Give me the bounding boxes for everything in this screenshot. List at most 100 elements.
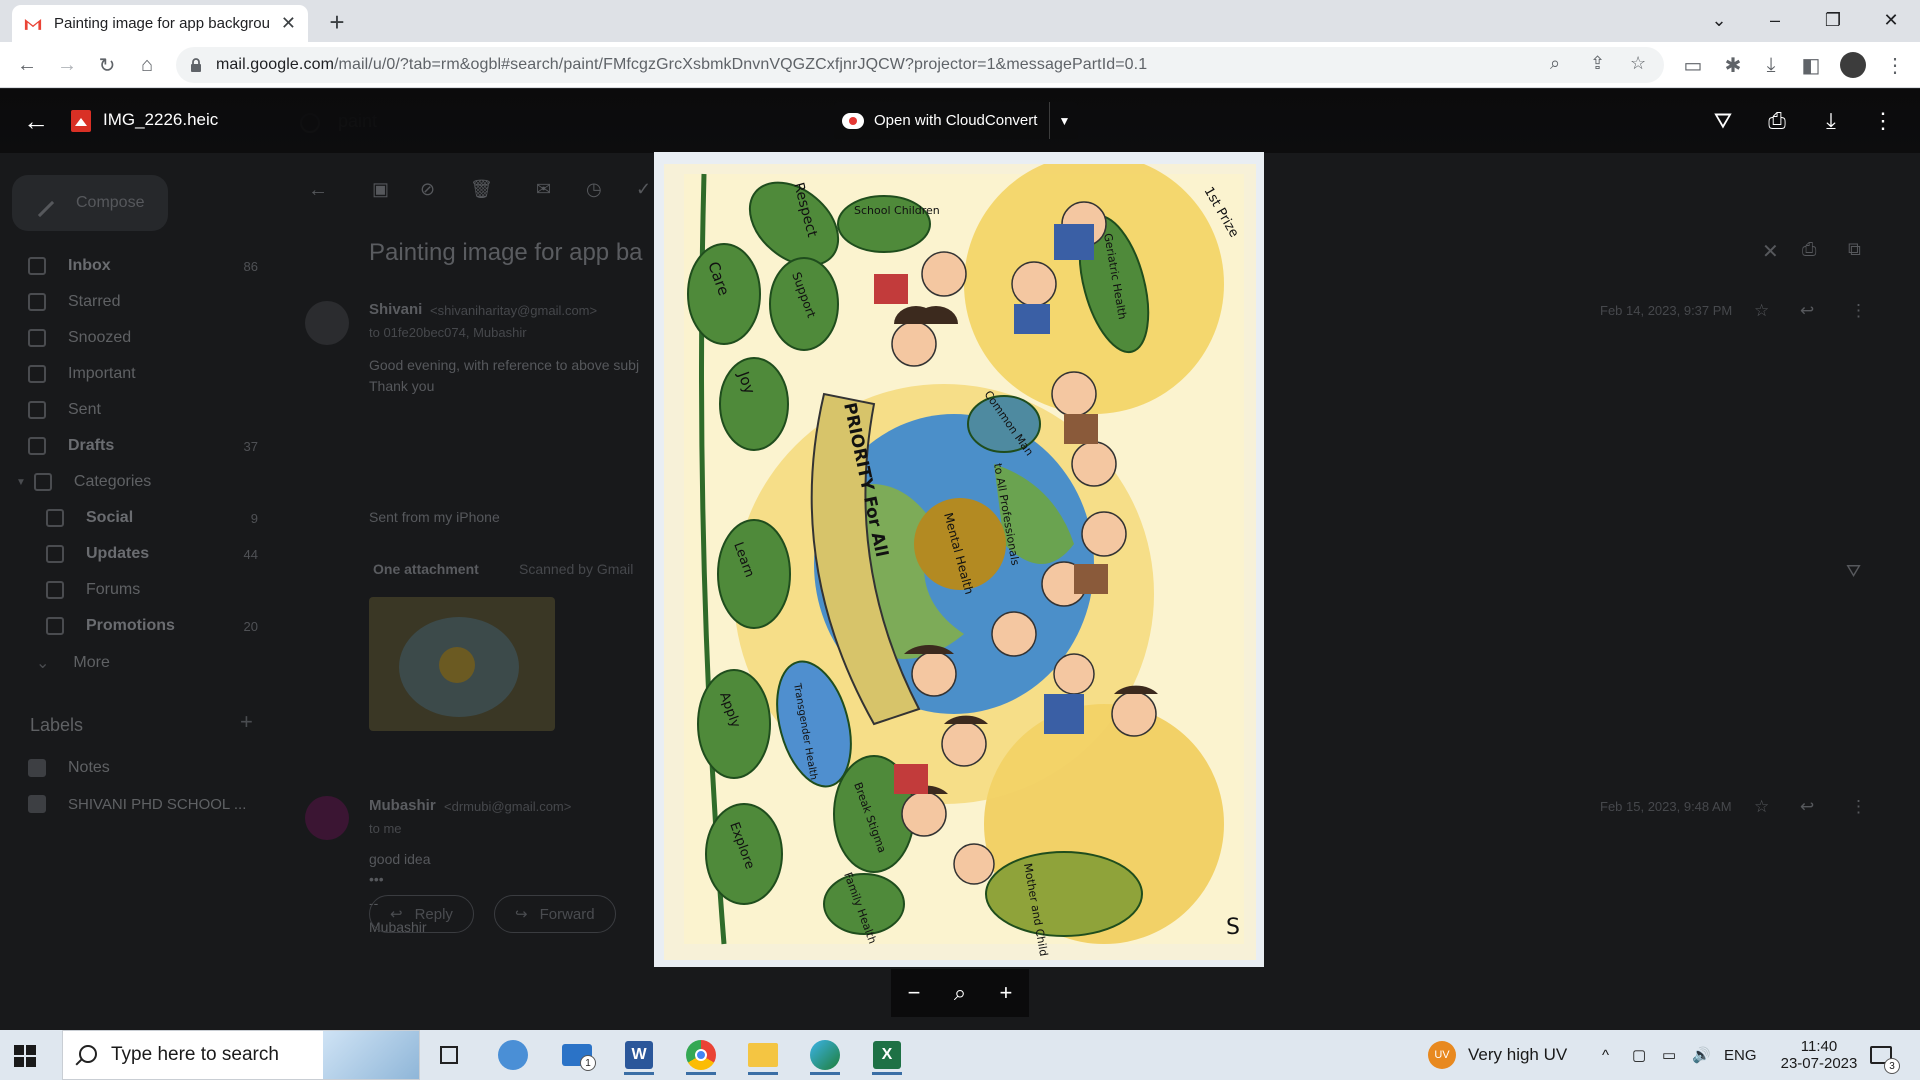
- file-explorer-icon[interactable]: [742, 1035, 784, 1075]
- close-window-button[interactable]: ✕: [1864, 0, 1918, 40]
- label-item-notes[interactable]: Notes: [28, 759, 258, 777]
- tab-search-icon[interactable]: ⌄: [1692, 0, 1746, 40]
- close-viewer-arrow-icon[interactable]: ←: [22, 106, 50, 136]
- compose-button[interactable]: Compose: [12, 175, 168, 231]
- search-highlight-image: [323, 1031, 419, 1079]
- snooze-icon[interactable]: ◷: [586, 179, 602, 200]
- chrome-app-icon[interactable]: [680, 1035, 722, 1075]
- zoom-out-icon[interactable]: −: [908, 980, 921, 1006]
- reply-button[interactable]: ↩ Reply: [369, 895, 474, 933]
- sidebar-item-forums[interactable]: Forums: [46, 581, 258, 599]
- address-bar[interactable]: mail.google.com/mail/u/0/?tab=rm&ogbl#se…: [176, 47, 1664, 83]
- word-app-icon[interactable]: W: [618, 1035, 660, 1075]
- clock-time: 11:40: [1800, 1038, 1838, 1055]
- zoom-reset-icon[interactable]: ⌕: [954, 980, 966, 1006]
- sidebar-item-important[interactable]: Important: [28, 365, 258, 383]
- zoom-icon[interactable]: ⌕: [1550, 53, 1560, 74]
- message-date: Feb 15, 2023, 9:48 AM: [1600, 799, 1732, 814]
- excel-app-icon[interactable]: X: [866, 1035, 908, 1075]
- sender-name: Shivani: [369, 301, 423, 318]
- sidebar-item-promotions[interactable]: Promotions 20: [46, 617, 258, 635]
- open-with-control[interactable]: Open with CloudConvert ▼: [834, 102, 1079, 139]
- meet-now-icon[interactable]: ▢: [1632, 1030, 1646, 1080]
- task-view-icon[interactable]: [428, 1035, 470, 1075]
- download-icon[interactable]: ⤓: [1816, 106, 1846, 136]
- minimize-button[interactable]: –: [1748, 0, 1802, 40]
- clock[interactable]: 11:40 23-07-2023: [1776, 1030, 1862, 1080]
- open-with-dropdown-icon[interactable]: ▼: [1050, 102, 1078, 139]
- language-indicator[interactable]: ENG: [1724, 1030, 1757, 1080]
- share-icon[interactable]: ⇪: [1590, 53, 1605, 74]
- sidebar-item-sent[interactable]: Sent: [28, 401, 258, 419]
- star-icon[interactable]: ☆: [1754, 301, 1769, 321]
- forward-button[interactable]: ↪ Forward: [494, 895, 616, 933]
- downloads-icon[interactable]: ⤓: [1756, 50, 1786, 80]
- restore-button[interactable]: ❐: [1806, 0, 1860, 40]
- reply-icon[interactable]: ↩: [1800, 301, 1814, 321]
- archive-icon[interactable]: ▣: [372, 179, 389, 200]
- chrome-menu-icon[interactable]: ⋮: [1880, 50, 1910, 80]
- side-panel-icon[interactable]: ◧: [1796, 50, 1826, 80]
- reader-mode-icon[interactable]: ▭: [1678, 50, 1708, 80]
- back-to-search-icon[interactable]: ←: [308, 179, 328, 202]
- print-all-icon[interactable]: ⎙: [1802, 239, 1816, 260]
- star-icon[interactable]: ☆: [1754, 797, 1769, 817]
- attachment-thumbnail[interactable]: [369, 597, 555, 731]
- add-task-icon[interactable]: ✓: [636, 179, 651, 200]
- globe-app-icon[interactable]: [492, 1035, 534, 1075]
- more-options-icon[interactable]: ⋮: [1868, 106, 1898, 136]
- new-tab-button[interactable]: +: [322, 7, 352, 37]
- show-trimmed-icon[interactable]: •••: [369, 871, 384, 887]
- print-icon[interactable]: ⎙: [1762, 106, 1792, 136]
- volume-icon[interactable]: 🔊: [1692, 1030, 1711, 1080]
- recipients[interactable]: to 01fe20bec074, Mubashir: [369, 325, 527, 340]
- battery-icon[interactable]: ▭: [1662, 1030, 1676, 1080]
- close-icon[interactable]: ✕: [1762, 239, 1779, 264]
- mark-unread-icon[interactable]: ✉: [536, 179, 551, 200]
- add-to-drive-icon[interactable]: ⛛: [1708, 106, 1738, 136]
- label-item-shivani[interactable]: SHIVANI PHD SCHOOL ...: [28, 795, 258, 813]
- add-to-drive-icon[interactable]: ⛛: [1846, 561, 1861, 582]
- gmail-icon: [24, 18, 42, 30]
- weather-widget[interactable]: UV Very high UV: [1428, 1030, 1567, 1080]
- sidebar-item-starred[interactable]: Starred: [28, 293, 258, 311]
- close-tab-icon[interactable]: ✕: [281, 13, 296, 34]
- taskbar-search-box[interactable]: Type here to search: [62, 1030, 420, 1080]
- sidebar-item-categories[interactable]: ▼ Categories: [16, 473, 246, 491]
- clock-date: 23-07-2023: [1780, 1055, 1858, 1072]
- more-icon[interactable]: ⋮: [1850, 797, 1867, 817]
- more-icon[interactable]: ⋮: [1850, 301, 1867, 321]
- recipients[interactable]: to me: [369, 821, 402, 836]
- browser-tab[interactable]: Painting image for app backgrou ✕: [12, 5, 308, 42]
- add-label-icon[interactable]: +: [240, 709, 253, 735]
- delete-icon[interactable]: 🗑: [470, 179, 493, 200]
- scanned-label: Scanned by Gmail: [519, 561, 634, 577]
- profile-avatar[interactable]: [1838, 50, 1868, 80]
- new-window-icon[interactable]: ⧉: [1848, 239, 1861, 260]
- lock-icon[interactable]: [190, 58, 202, 72]
- open-with-button[interactable]: Open with CloudConvert: [834, 102, 1051, 139]
- extensions-icon[interactable]: ✱: [1718, 50, 1748, 80]
- uv-badge: UV: [1428, 1041, 1456, 1069]
- reload-icon[interactable]: ↻: [92, 50, 122, 80]
- report-spam-icon[interactable]: ⊘: [420, 179, 435, 200]
- forward-icon[interactable]: →: [52, 50, 82, 80]
- notification-center-icon[interactable]: 3: [1870, 1030, 1900, 1080]
- back-icon[interactable]: ←: [12, 50, 42, 80]
- home-icon[interactable]: ⌂: [132, 50, 162, 80]
- reply-icon[interactable]: ↩: [1800, 797, 1814, 817]
- sidebar-item-social[interactable]: Social 9: [46, 509, 258, 527]
- mail-app-icon[interactable]: 1: [556, 1035, 598, 1075]
- edge-app-icon[interactable]: [804, 1035, 846, 1075]
- sidebar-item-drafts[interactable]: Drafts 37: [28, 437, 258, 455]
- sidebar-item-snoozed[interactable]: Snoozed: [28, 329, 258, 347]
- reply-arrow-icon: ↩: [390, 906, 403, 923]
- zoom-in-icon[interactable]: +: [999, 980, 1012, 1006]
- bookmark-star-icon[interactable]: ☆: [1630, 53, 1646, 74]
- windows-start-icon[interactable]: [14, 1045, 36, 1067]
- sidebar-item-more[interactable]: ⌄ More: [36, 653, 266, 673]
- sidebar-item-inbox[interactable]: Inbox 86: [28, 257, 258, 275]
- show-hidden-icons-icon[interactable]: ^: [1602, 1030, 1609, 1080]
- message-body: Thank you: [369, 378, 435, 394]
- sidebar-item-updates[interactable]: Updates 44: [46, 545, 258, 563]
